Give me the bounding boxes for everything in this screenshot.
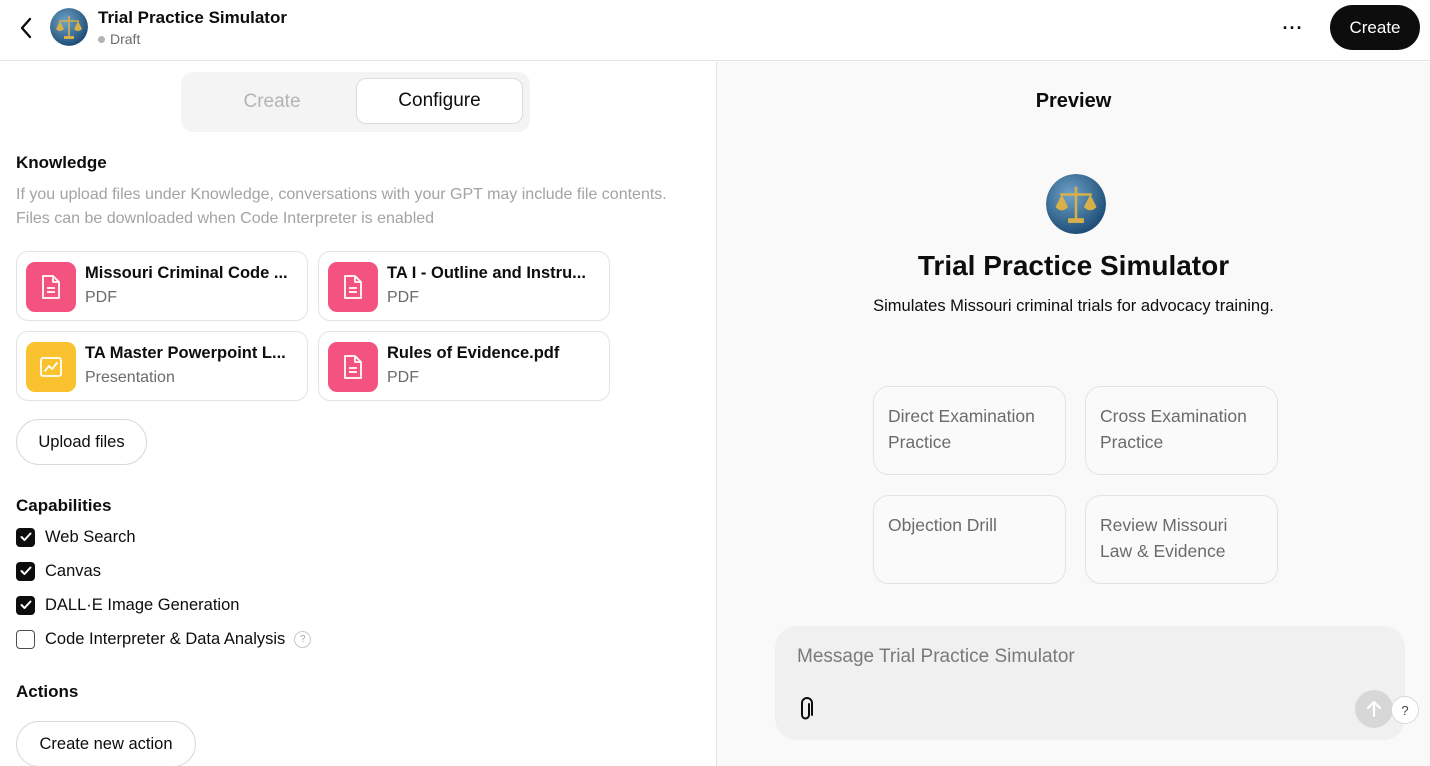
send-button[interactable]	[1355, 690, 1393, 728]
conversation-starter[interactable]: Direct Examination Practice	[873, 386, 1066, 475]
presentation-icon	[40, 357, 62, 377]
canvas-checkbox[interactable]	[16, 561, 35, 581]
paperclip-icon	[801, 697, 813, 720]
help-circle-icon[interactable]: ?	[294, 630, 312, 648]
capability-label: Web Search	[45, 527, 136, 546]
file-icon-box	[328, 342, 378, 392]
web-search-checkbox[interactable]	[16, 527, 35, 547]
file-name: Missouri Criminal Code ...	[85, 264, 288, 282]
capability-canvas: Canvas	[16, 560, 101, 582]
gpt-title: Trial Practice Simulator	[98, 8, 287, 27]
file-icon-box	[26, 342, 76, 392]
preview-avatar	[1046, 174, 1106, 234]
checkmark-icon	[20, 566, 31, 575]
capabilities-heading: Capabilities	[16, 496, 112, 515]
message-input[interactable]	[797, 642, 1337, 672]
configure-panel: Create Configure Knowledge If you upload…	[0, 62, 716, 766]
message-composer	[775, 626, 1405, 740]
file-type: PDF	[387, 289, 419, 306]
document-icon	[344, 355, 362, 379]
conversation-starter[interactable]: Objection Drill	[873, 495, 1066, 584]
status-dot-icon	[98, 35, 105, 43]
knowledge-description: If you upload files under Knowledge, con…	[16, 186, 667, 227]
file-type: Presentation	[85, 369, 175, 386]
preview-description: Simulates Missouri criminal trials for a…	[873, 297, 1274, 315]
upload-files-button[interactable]: Upload files	[16, 419, 147, 465]
capability-label: DALL·E Image Generation	[45, 595, 240, 614]
mode-tabs: Create Configure	[181, 72, 530, 132]
file-icon-box	[26, 262, 76, 312]
knowledge-file-card[interactable]: Rules of Evidence.pdf PDF	[318, 331, 610, 401]
back-button[interactable]	[12, 14, 40, 42]
more-options-button[interactable]: ···	[1278, 14, 1308, 42]
chevron-left-icon	[20, 17, 32, 39]
arrow-up-icon	[1366, 700, 1382, 718]
create-new-action-button[interactable]: Create new action	[16, 721, 196, 766]
draft-status: Draft	[98, 31, 140, 47]
checkmark-icon	[20, 532, 31, 541]
attach-button[interactable]	[793, 696, 819, 724]
image-generation-checkbox[interactable]	[16, 595, 35, 615]
capability-image-generation: DALL·E Image Generation	[16, 594, 239, 616]
help-button[interactable]: ?	[1391, 696, 1419, 724]
file-type: PDF	[85, 289, 117, 306]
file-name: TA Master Powerpoint L...	[85, 344, 286, 362]
knowledge-file-card[interactable]: Missouri Criminal Code ... PDF	[16, 251, 308, 321]
capability-code-interpreter: Code Interpreter & Data Analysis ?	[16, 628, 312, 650]
gpt-avatar	[50, 8, 88, 46]
preview-panel: Preview Trial Practice Simulator Simulat…	[717, 62, 1430, 766]
capability-label: Canvas	[45, 561, 101, 580]
file-name: TA I - Outline and Instru...	[387, 264, 586, 282]
checkmark-icon	[20, 600, 31, 609]
conversation-starter[interactable]: Cross Examination Practice	[1085, 386, 1278, 475]
actions-heading: Actions	[16, 682, 79, 701]
file-name: Rules of Evidence.pdf	[387, 344, 560, 362]
create-button[interactable]: Create	[1330, 5, 1420, 50]
file-type: PDF	[387, 369, 419, 386]
knowledge-file-card[interactable]: TA I - Outline and Instru... PDF	[318, 251, 610, 321]
capability-web-search: Web Search	[16, 526, 136, 548]
capability-label: Code Interpreter & Data Analysis	[45, 629, 286, 648]
code-interpreter-checkbox[interactable]	[16, 629, 35, 649]
knowledge-file-card[interactable]: TA Master Powerpoint L... Presentation	[16, 331, 308, 401]
tab-create[interactable]: Create	[189, 79, 355, 125]
document-icon	[42, 275, 60, 299]
document-icon	[344, 275, 362, 299]
conversation-starter[interactable]: Review Missouri Law & Evidence	[1085, 495, 1278, 584]
knowledge-heading: Knowledge	[16, 153, 107, 172]
preview-heading: Preview	[1035, 90, 1112, 112]
tab-configure[interactable]: Configure	[356, 78, 523, 124]
preview-title: Trial Practice Simulator	[917, 250, 1230, 281]
file-icon-box	[328, 262, 378, 312]
top-bar: Trial Practice Simulator Draft ··· Creat…	[0, 0, 1430, 61]
status-label: Draft	[110, 31, 141, 47]
